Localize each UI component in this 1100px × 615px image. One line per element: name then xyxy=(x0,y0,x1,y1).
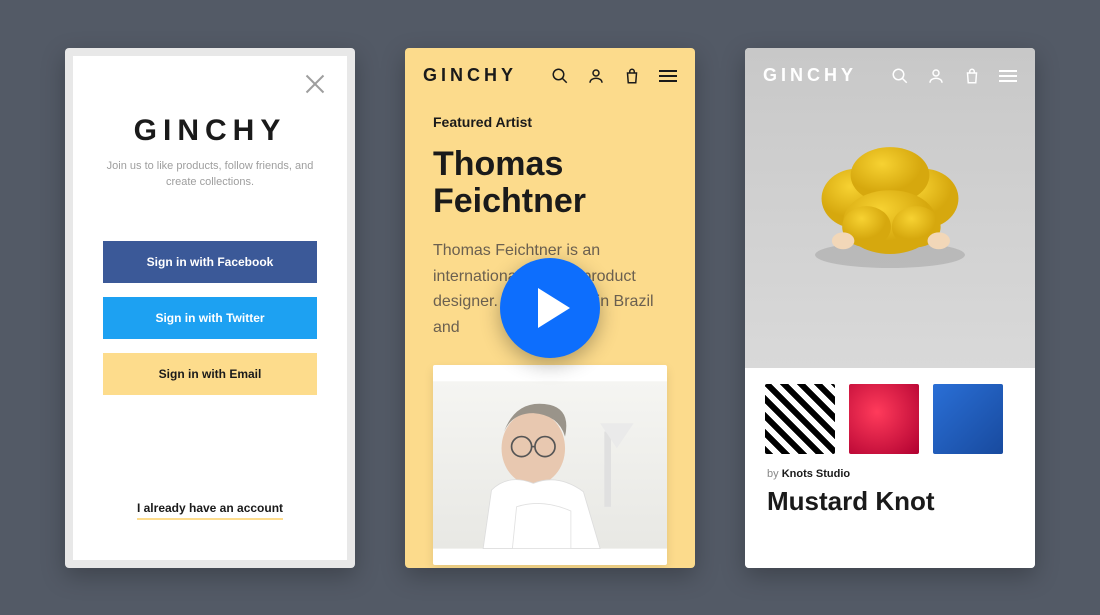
brand-logo: GINCHY xyxy=(763,65,873,86)
menu-icon[interactable] xyxy=(999,70,1017,82)
by-prefix: by xyxy=(767,468,782,480)
close-icon[interactable] xyxy=(303,72,327,96)
product-info: by Knots Studio Mustard Knot xyxy=(745,464,1035,568)
signin-panel: GINCHY Join us to like products, follow … xyxy=(73,56,347,560)
artist-eyebrow: Featured Artist xyxy=(433,114,667,130)
menu-icon[interactable] xyxy=(659,70,677,82)
signin-screen: GINCHY Join us to like products, follow … xyxy=(65,48,355,568)
signin-facebook-button[interactable]: Sign in with Facebook xyxy=(103,241,317,283)
signin-twitter-button[interactable]: Sign in with Twitter xyxy=(103,297,317,339)
bag-icon[interactable] xyxy=(623,67,641,85)
signin-email-button[interactable]: Sign in with Email xyxy=(103,353,317,395)
product-by: by Knots Studio xyxy=(767,468,1013,480)
signin-subtitle: Join us to like products, follow friends… xyxy=(105,158,315,191)
product-image xyxy=(795,133,985,283)
artist-title: Thomas Feichtner xyxy=(433,146,667,221)
bag-icon[interactable] xyxy=(963,67,981,85)
variant-thumb-blue[interactable] xyxy=(933,384,1003,454)
user-icon[interactable] xyxy=(587,67,605,85)
by-name: Knots Studio xyxy=(782,468,850,480)
variant-thumb-stripes[interactable] xyxy=(765,384,835,454)
variant-thumbnails xyxy=(745,368,1035,464)
topbar: GINCHY xyxy=(405,48,695,104)
play-icon[interactable] xyxy=(500,258,600,358)
product-screen: GINCHY by Knots Studio Mustard xyxy=(745,48,1035,568)
search-icon[interactable] xyxy=(551,67,569,85)
artist-image-card xyxy=(433,365,667,565)
variant-thumb-red[interactable] xyxy=(849,384,919,454)
existing-account-link[interactable]: I already have an account xyxy=(137,501,283,520)
brand-logo: GINCHY xyxy=(423,65,533,86)
user-icon[interactable] xyxy=(927,67,945,85)
artist-image xyxy=(433,365,667,565)
topbar: GINCHY xyxy=(745,48,1035,104)
product-title: Mustard Knot xyxy=(767,486,1013,517)
brand-logo: GINCHY xyxy=(134,114,287,148)
search-icon[interactable] xyxy=(891,67,909,85)
